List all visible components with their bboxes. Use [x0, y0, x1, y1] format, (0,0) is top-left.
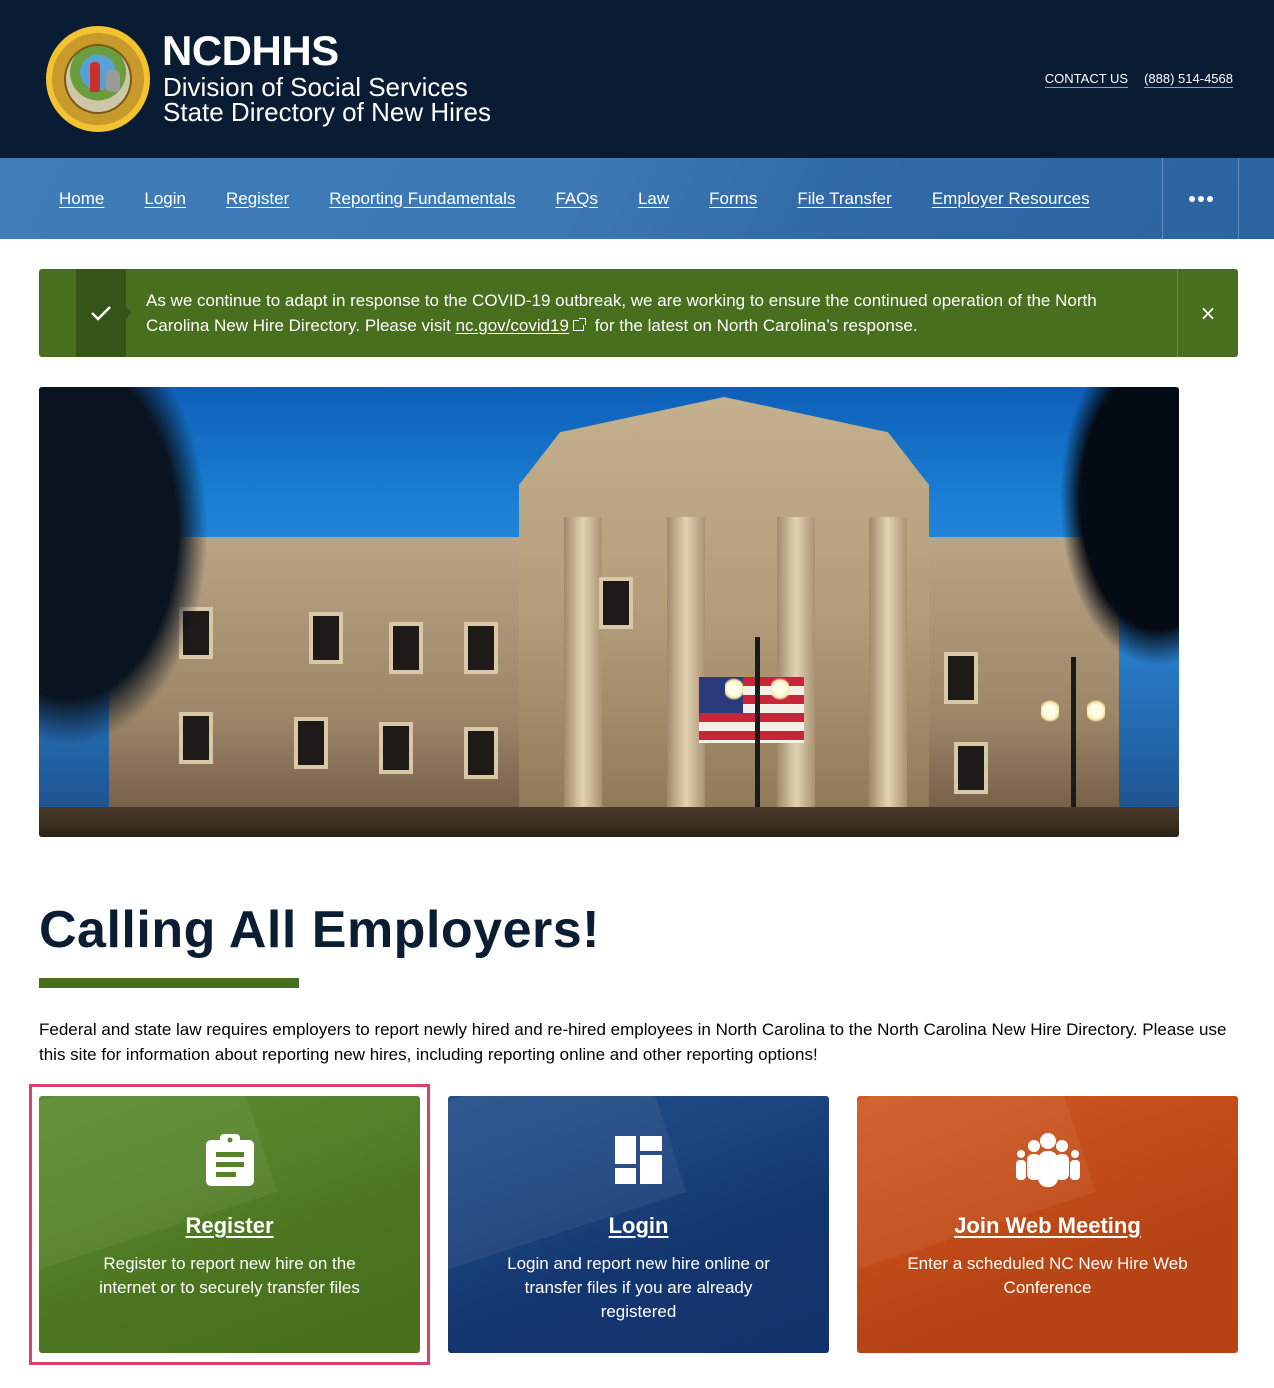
nav-item-reporting-fundamentals[interactable]: Reporting Fundamentals [329, 189, 515, 209]
external-link-icon [572, 317, 586, 331]
contact-us-link[interactable]: CONTACT US [1044, 71, 1129, 88]
covid-link[interactable]: nc.gov/covid19 [456, 316, 569, 335]
window [379, 722, 413, 774]
nc-state-seal-logo[interactable] [46, 26, 150, 132]
column [777, 517, 815, 807]
window [389, 622, 423, 674]
register-card[interactable]: Register Register to report new hire on … [39, 1096, 420, 1353]
register-card-description: Register to report new hire on the inter… [99, 1254, 360, 1297]
seal-center [64, 44, 132, 114]
title-underline-bar [39, 978, 299, 988]
seal-figure-liberty [90, 62, 100, 92]
nav-item-home[interactable]: Home [59, 189, 104, 209]
nav-item-law[interactable]: Law [638, 189, 669, 209]
column [869, 517, 907, 807]
web-meeting-card-title[interactable]: Join Web Meeting [857, 1212, 1238, 1240]
alert-text-after: for the latest on North Carolina’s respo… [589, 315, 918, 335]
dashboard-icon [614, 1136, 662, 1184]
window [944, 652, 978, 704]
lamp-light [1041, 699, 1059, 723]
nav-item-file-transfer[interactable]: File Transfer [797, 189, 891, 209]
alert-close-button[interactable]: × [1177, 269, 1238, 357]
nav-item-faqs[interactable]: FAQs [555, 189, 598, 209]
nav-item-forms[interactable]: Forms [709, 189, 757, 209]
alert-icon-container [76, 269, 132, 357]
ellipsis-icon [1206, 195, 1213, 202]
login-card-title[interactable]: Login [448, 1212, 829, 1240]
lamp-light [725, 677, 743, 701]
close-icon: × [1199, 301, 1217, 325]
nav-more-button[interactable] [1162, 158, 1239, 239]
window [464, 622, 498, 674]
lamp-light [771, 677, 789, 701]
login-card-description: Login and report new hire online or tran… [507, 1254, 770, 1321]
register-card-title[interactable]: Register [39, 1212, 420, 1240]
tree-right [1059, 387, 1179, 667]
site-header: NCDHHS Division of Social Services State… [0, 0, 1274, 158]
clipboard-icon [205, 1134, 254, 1186]
web-meeting-card[interactable]: Join Web Meeting Enter a scheduled NC Ne… [857, 1096, 1238, 1353]
check-icon [91, 306, 111, 321]
window [309, 612, 343, 664]
window [464, 727, 498, 779]
nav-item-login[interactable]: Login [144, 189, 186, 209]
ellipsis-icon [1188, 195, 1195, 202]
tree-left [39, 387, 209, 747]
window [294, 717, 328, 769]
phone-link[interactable]: (888) 514-4568 [1144, 71, 1233, 88]
web-meeting-card-description: Enter a scheduled NC New Hire Web Confer… [907, 1254, 1188, 1297]
ellipsis-icon [1197, 195, 1204, 202]
brand-title[interactable]: NCDHHS [162, 28, 339, 74]
window [599, 577, 633, 629]
alert-message: As we continue to adapt in response to t… [146, 289, 1146, 338]
covid-alert-banner: As we continue to adapt in response to t… [39, 269, 1238, 357]
window [954, 742, 988, 794]
utility-links: CONTACT US (888) 514-4568 [1044, 71, 1233, 88]
ground [39, 807, 1179, 837]
lamp-light [1087, 699, 1105, 723]
nav-item-register[interactable]: Register [226, 189, 289, 209]
login-card[interactable]: Login Login and report new hire online o… [448, 1096, 829, 1353]
seal-figure-plenty [106, 70, 120, 92]
column [564, 517, 602, 807]
brand-directory: State Directory of New Hires [163, 97, 491, 127]
nav-links: Home Login Register Reporting Fundamenta… [59, 158, 1130, 239]
page-title: Calling All Employers! [39, 901, 600, 959]
main-nav: Home Login Register Reporting Fundamenta… [0, 158, 1274, 239]
group-icon [1015, 1133, 1080, 1187]
nav-item-employer-resources[interactable]: Employer Resources [932, 189, 1090, 209]
column [667, 517, 705, 807]
hero-image-capitol [39, 387, 1179, 837]
intro-paragraph: Federal and state law requires employers… [39, 1020, 1227, 1064]
